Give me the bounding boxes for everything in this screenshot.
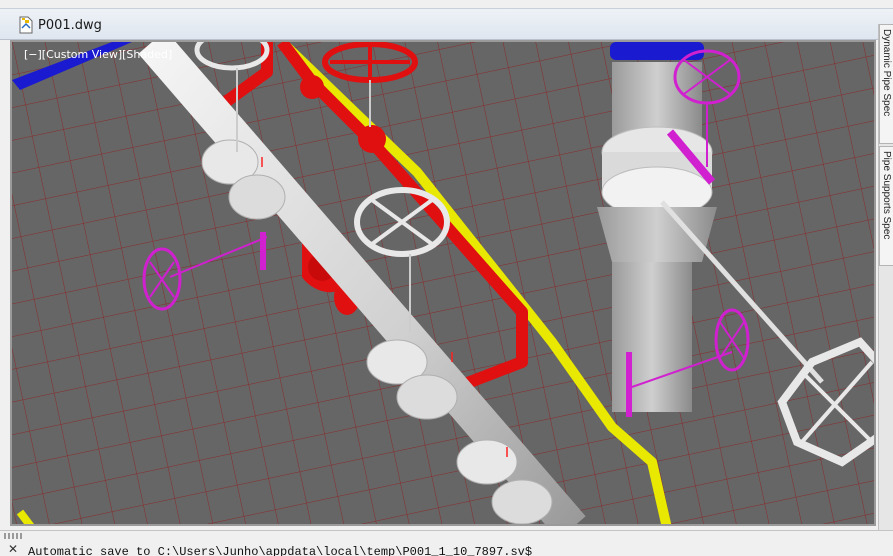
tab-pipe-supports-spec[interactable]: Pipe Supports Spec bbox=[879, 146, 893, 266]
tab-dynamic-pipe-spec[interactable]: Dynamic Pipe Spec bbox=[879, 24, 893, 144]
document-tab[interactable]: P001.dwg bbox=[0, 8, 893, 40]
drag-grip-icon[interactable] bbox=[4, 533, 22, 539]
tool-palette-strip: Dynamic Pipe Spec Pipe Supports Spec bbox=[878, 24, 893, 534]
dwg-file-icon bbox=[19, 16, 33, 34]
command-line-window: ✕ Automatic save to C:\Users\Junho\appda… bbox=[0, 530, 893, 556]
viewport-controls-label[interactable]: [−][Custom View][Shaded] bbox=[24, 48, 172, 61]
close-icon[interactable]: ✕ bbox=[8, 542, 18, 556]
ground-grid bbox=[12, 42, 874, 524]
document-title: P001.dwg bbox=[38, 18, 102, 33]
drawing-viewport[interactable]: [−][Custom View][Shaded] bbox=[10, 40, 876, 526]
command-history-text: Automatic save to C:\Users\Junho\appdata… bbox=[28, 545, 533, 556]
model-space[interactable] bbox=[12, 42, 876, 526]
